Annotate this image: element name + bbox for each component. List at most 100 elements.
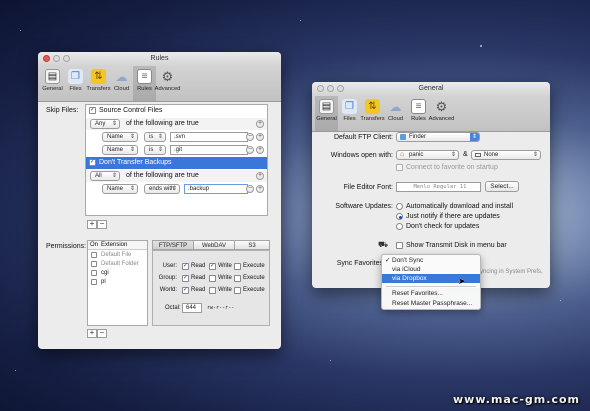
group2-add-button[interactable]: + [256, 172, 264, 180]
favorite-startup-label: Connect to favorite on startup [406, 164, 498, 171]
list-item[interactable]: Default Folder [88, 260, 147, 269]
world-read-checkbox[interactable]: ✓ [182, 287, 189, 294]
tab-ftp-sftp[interactable]: FTP/SFTP [152, 240, 194, 250]
group1-add-button[interactable]: + [256, 120, 264, 128]
select-font-button[interactable]: Select... [485, 181, 519, 192]
rule2-remove-button[interactable]: − [246, 146, 254, 154]
group-read-checkbox[interactable]: ✓ [182, 275, 189, 282]
list-item-label: pl [101, 279, 106, 285]
rule1-op-popup[interactable]: is [144, 132, 166, 142]
octal-field[interactable]: 644 [182, 303, 202, 313]
windows-open-popup[interactable]: ⌂ panic [396, 150, 459, 160]
list-item[interactable]: pl [88, 278, 147, 287]
permissions-tabs: FTP/SFTP WebDAV S3 [152, 240, 270, 250]
rule3-remove-button[interactable]: − [246, 185, 254, 193]
toolbar-transfers[interactable]: ⇅ Transfers [360, 96, 385, 131]
user-read-checkbox[interactable]: ✓ [182, 263, 189, 270]
favorite-startup-checkbox[interactable] [396, 164, 403, 171]
toolbar-rules[interactable]: ≡ Rules [133, 66, 156, 101]
group2-match-popup[interactable]: All [90, 171, 120, 181]
menu-item-icloud[interactable]: via iCloud [382, 265, 480, 274]
permissions-label: Permissions: [46, 243, 87, 250]
col-extension: Extension [101, 242, 128, 248]
rule1-value-field[interactable]: .svn [170, 132, 248, 142]
list-item[interactable]: Default File [88, 251, 147, 260]
toolbar-cloud[interactable]: ☁ Cloud [110, 66, 133, 101]
rule1-field-popup[interactable]: Name [102, 132, 138, 142]
group2-match-row: All of the following are true + [86, 170, 267, 182]
files-icon: ❐ [342, 99, 357, 114]
skip-files-rules: ✓ Source Control Files Any of the follow… [85, 104, 268, 216]
rule2-add-button[interactable]: + [256, 146, 264, 154]
item-checkbox[interactable] [91, 279, 97, 285]
update-none-radio[interactable] [396, 223, 403, 230]
toolbar-advanced[interactable]: ⚙ Advanced [155, 66, 181, 101]
list-item-label: Default File [101, 252, 132, 258]
world-write-checkbox[interactable] [209, 287, 216, 294]
source-control-label: Source Control Files [99, 107, 163, 114]
user-write-checkbox[interactable]: ✓ [209, 263, 216, 270]
skip-remove-button[interactable]: − [97, 220, 107, 229]
show-disk-checkbox[interactable] [396, 242, 403, 249]
transfers-icon: ⇅ [365, 99, 380, 114]
tab-s3[interactable]: S3 [234, 240, 270, 250]
rule3-add-button[interactable]: + [256, 185, 264, 193]
rule3-value-field[interactable]: .backup [184, 184, 248, 194]
toolbar-files[interactable]: ❐ Files [338, 96, 361, 131]
user-execute-checkbox[interactable] [234, 263, 241, 270]
group-write-checkbox[interactable] [209, 275, 216, 282]
rule2-op-popup[interactable]: is [144, 145, 166, 155]
zoom-window-button[interactable] [337, 85, 344, 92]
menu-item-dont-sync[interactable]: ✓ Don't Sync [382, 256, 480, 265]
minimize-window-button[interactable] [327, 85, 334, 92]
toolbar-rules[interactable]: ≡ Rules [407, 96, 430, 131]
backups-label: Don't Transfer Backups [99, 159, 172, 166]
toolbar-transfers[interactable]: ⇅ Transfers [86, 66, 111, 101]
rule2-value-field[interactable]: .git [170, 145, 248, 155]
menu-item-reset-favorites[interactable]: Reset Favorites... [382, 289, 480, 298]
source-control-checkbox[interactable]: ✓ [89, 107, 96, 114]
cloud-icon: ☁ [389, 99, 402, 114]
item-checkbox[interactable] [91, 270, 97, 276]
menu-item-reset-passphrase[interactable]: Reset Master Passphrase... [382, 299, 480, 308]
rule1-remove-button[interactable]: − [246, 133, 254, 141]
gear-icon: ⚙ [435, 99, 448, 114]
rule3-op-popup[interactable]: ends with [144, 184, 180, 194]
group1-match-popup[interactable]: Any [90, 119, 120, 129]
skip-add-button[interactable]: + [87, 220, 97, 229]
item-checkbox[interactable] [91, 261, 97, 267]
cloud-icon: ☁ [115, 69, 128, 84]
permissions-add-button[interactable]: + [87, 329, 97, 338]
close-window-button[interactable] [43, 55, 50, 62]
item-checkbox[interactable] [91, 252, 97, 258]
toolbar-advanced[interactable]: ⚙ Advanced [429, 96, 455, 131]
tab-webdav[interactable]: WebDAV [193, 240, 235, 250]
rule2-field-popup[interactable]: Name [102, 145, 138, 155]
backups-checkbox[interactable]: ✓ [89, 159, 96, 166]
update-none-label: Don't check for updates [406, 223, 480, 230]
windows-open-second-popup[interactable]: None [471, 150, 541, 160]
show-disk-label: Show Transmit Disk in menu bar [406, 242, 507, 249]
rule1-add-button[interactable]: + [256, 133, 264, 141]
windows-open-and: & [463, 151, 468, 158]
toolbar-files[interactable]: ❐ Files [64, 66, 87, 101]
home-icon: ⌂ [400, 151, 405, 158]
toolbar-general[interactable]: ▤ General [315, 96, 338, 131]
permissions-remove-button[interactable]: − [97, 329, 107, 338]
update-auto-radio[interactable] [396, 203, 403, 210]
switch-icon: ▤ [319, 99, 334, 114]
toolbar-general[interactable]: ▤ General [41, 66, 64, 101]
toolbar-cloud[interactable]: ☁ Cloud [384, 96, 407, 131]
world-execute-checkbox[interactable] [234, 287, 241, 294]
zoom-window-button[interactable] [63, 55, 70, 62]
update-notify-radio[interactable] [396, 213, 403, 220]
permissions-list: On Extension Default File Default Folder… [87, 240, 148, 326]
ftp-client-popup[interactable]: Finder [396, 132, 480, 142]
rule3-field-popup[interactable]: Name [102, 184, 138, 194]
group2-row[interactable]: ✓ Don't Transfer Backups [86, 157, 267, 169]
list-item[interactable]: cgi [88, 269, 147, 278]
minimize-window-button[interactable] [53, 55, 60, 62]
row-group-label: Group: [158, 275, 177, 281]
close-window-button[interactable] [317, 85, 324, 92]
group-execute-checkbox[interactable] [234, 275, 241, 282]
